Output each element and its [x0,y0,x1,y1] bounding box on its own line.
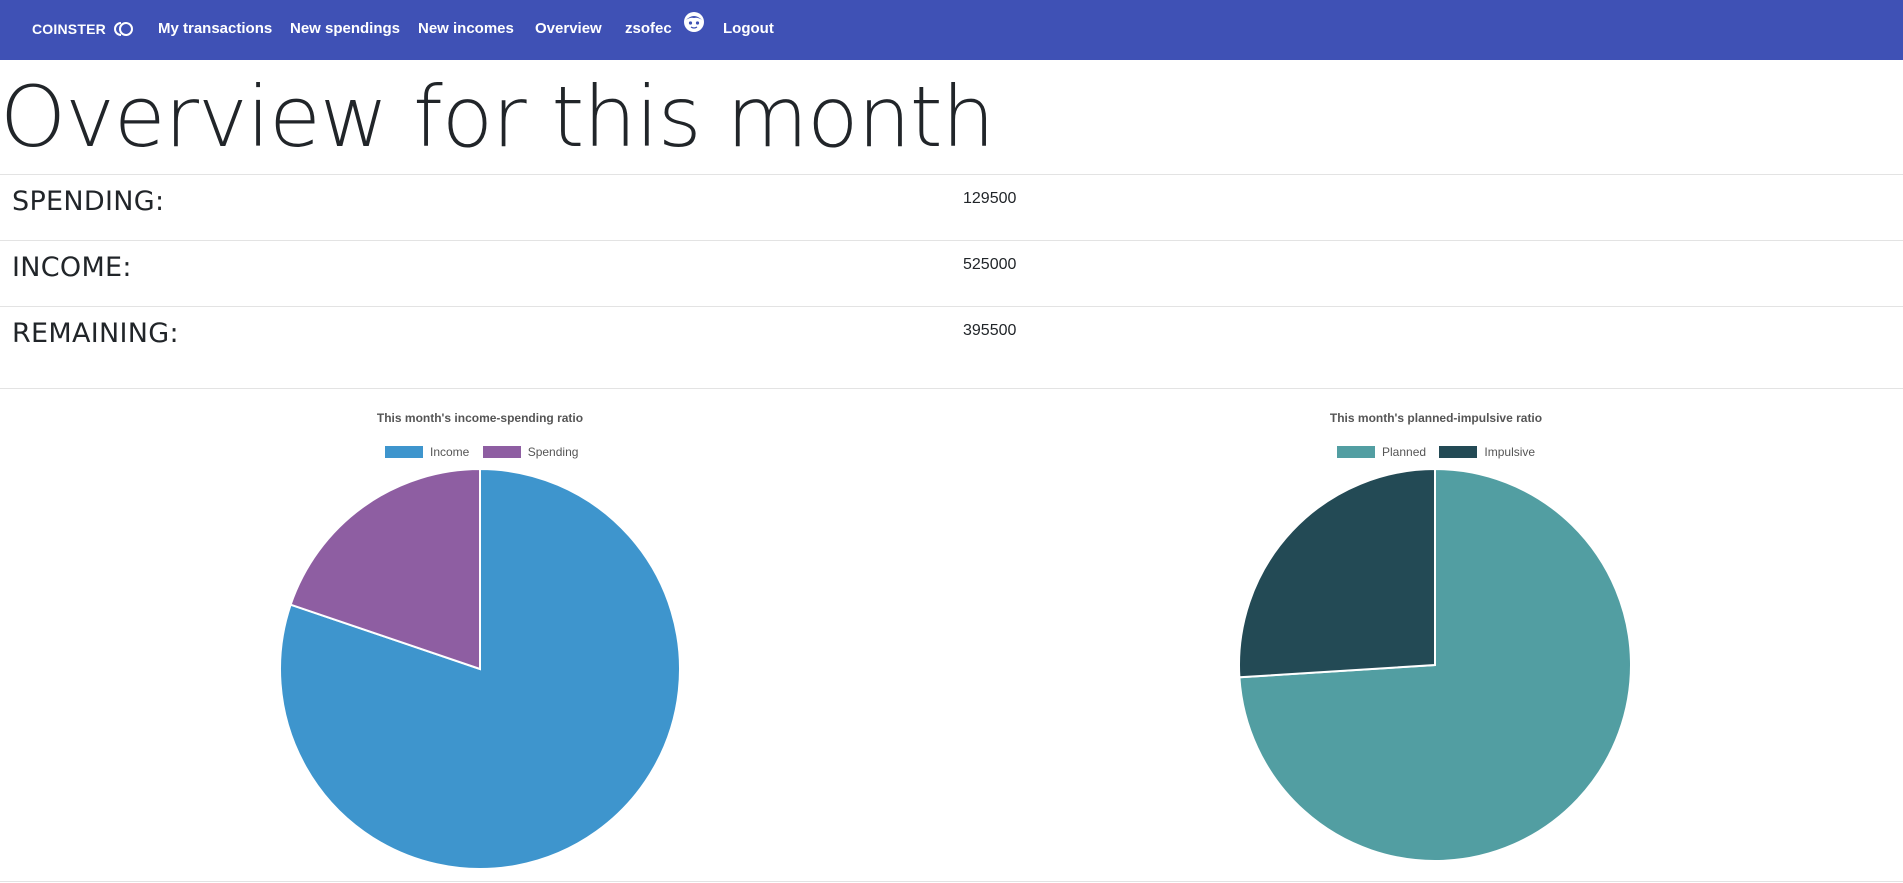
income-label: INCOME: [12,252,132,283]
income-spending-pie [279,467,681,870]
remaining-label: REMAINING: [12,318,179,349]
nav-username[interactable]: zsofec [625,0,672,60]
legend-entry-spending[interactable]: Spending [482,445,579,459]
user-avatar-icon[interactable] [683,11,705,33]
chart-legend: Income Spending [385,445,588,459]
legend-swatch [385,446,423,458]
legend-entry-income[interactable]: Income [385,445,469,459]
legend-label: Spending [527,445,579,459]
divider [0,306,1903,307]
nav-overview[interactable]: Overview [535,0,602,60]
chart-legend: Planned Impulsive [1337,445,1545,459]
top-navbar: COINSTER My transactions New spendings N… [0,0,1903,60]
coin-logo-icon [114,21,134,36]
income-value: 525000 [963,256,1017,273]
nav-new-spendings[interactable]: New spendings [290,0,400,60]
legend-entry-planned[interactable]: Planned [1337,445,1426,459]
divider [0,388,1903,389]
legend-entry-impulsive[interactable]: Impulsive [1439,445,1535,459]
chart-title: This month's income-spending ratio [376,411,584,425]
legend-swatch [1439,446,1478,458]
pie-slice-impulsive[interactable] [1238,467,1436,679]
divider [0,174,1903,175]
brand-name: COINSTER [32,21,106,37]
chart-title: This month's planned-impulsive ratio [1329,411,1543,425]
nav-new-incomes[interactable]: New incomes [418,0,514,60]
spending-value: 129500 [963,190,1017,207]
remaining-value: 395500 [963,322,1017,339]
legend-label: Impulsive [1484,445,1536,459]
nav-logout[interactable]: Logout [723,0,774,60]
planned-impulsive-pie [1238,467,1632,862]
legend-label: Planned [1382,445,1427,459]
legend-label: Income [430,445,470,459]
page-title: Overview for this month [0,68,995,166]
nav-my-transactions[interactable]: My transactions [158,0,272,60]
divider [0,240,1903,241]
legend-swatch [1337,446,1375,458]
brand-link[interactable]: COINSTER [32,0,135,60]
spending-label: SPENDING: [12,186,165,217]
divider [0,881,1903,882]
legend-swatch [482,446,521,458]
